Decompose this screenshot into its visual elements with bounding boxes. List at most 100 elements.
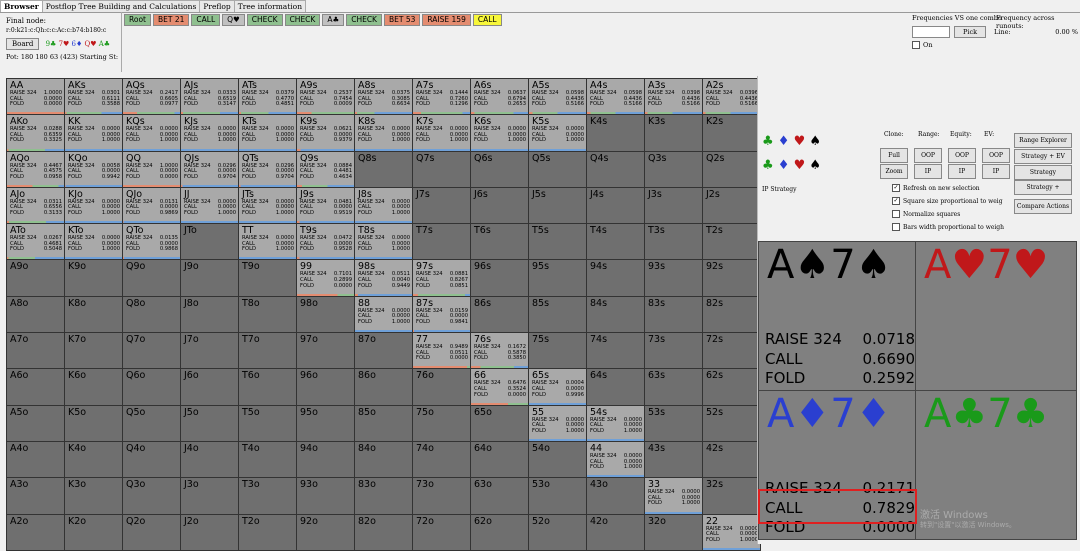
hand-cell[interactable]: K5o (65, 405, 122, 441)
ev-oop-button[interactable]: OOP (982, 148, 1010, 163)
hand-cell[interactable]: A4s RAISE 324 0.0598 CALL 0.4436 FOLD 0.5166 (587, 79, 644, 115)
refresh-checkbox[interactable]: ✓ Refresh on new selection (892, 184, 980, 192)
hand-cell[interactable]: 43s (645, 441, 702, 478)
hand-cell[interactable]: J6o (181, 369, 238, 405)
hand-cell[interactable]: T7o (239, 333, 296, 369)
hand-cell[interactable]: K3o (65, 478, 122, 514)
hand-cell[interactable]: QTs RAISE 324 0.0296 CALL 0.0000 FOLD 0.9704 (239, 151, 296, 187)
hand-cell[interactable]: J5s (529, 187, 586, 224)
hand-cell[interactable]: 54o (529, 441, 586, 478)
hand-cell[interactable]: JJ RAISE 324 0.0000 CALL 0.0000 FOLD 1.0000 (181, 187, 238, 224)
hand-cell[interactable]: K8s RAISE 324 0.0000 CALL 0.0000 FOLD 1.0000 (355, 115, 412, 151)
hand-cell[interactable]: T4s (587, 224, 644, 260)
hand-cell[interactable]: A2o (7, 514, 64, 550)
tab-browser[interactable]: Browser (0, 0, 43, 12)
hand-cell[interactable]: J6s (471, 187, 528, 224)
hand-cell[interactable]: Q9s RAISE 324 0.0884 CALL 0.4481 FOLD 0.4634 (297, 151, 354, 187)
hand-cell[interactable]: A8s RAISE 324 0.0375 CALL 0.3085 FOLD 0.6634 (355, 79, 412, 115)
hand-cell[interactable]: K2o (65, 514, 122, 550)
hand-cell[interactable]: 75o (413, 405, 470, 441)
action-node[interactable]: Q♥ (222, 14, 245, 26)
action-node[interactable]: CALL (472, 14, 502, 26)
equity-oop-button[interactable]: OOP (948, 148, 976, 163)
hand-cell[interactable]: J8o (181, 296, 238, 333)
heart-icon[interactable]: ♥ (794, 134, 806, 149)
tab-preflop[interactable]: Preflop (199, 0, 235, 12)
hand-cell[interactable]: A5o (7, 405, 64, 441)
hand-cell[interactable]: 62o (471, 514, 528, 550)
equity-ip-button[interactable]: IP (948, 164, 976, 179)
hand-cell[interactable]: A9o (7, 260, 64, 296)
hand-cell[interactable]: J3o (181, 478, 238, 514)
hand-cell[interactable]: T5o (239, 405, 296, 441)
hand-cell[interactable]: QQ RAISE 324 1.0000 CALL 0.0000 FOLD 0.0000 (123, 151, 180, 187)
hand-cell[interactable]: A4o (7, 441, 64, 478)
hand-cell[interactable]: KTs RAISE 324 0.0000 CALL 0.0000 FOLD 1.0000 (239, 115, 296, 151)
hand-cell[interactable]: 97o (297, 333, 354, 369)
hand-cell[interactable]: 93s (645, 260, 702, 296)
club-icon[interactable]: ♣ (762, 134, 774, 149)
hand-cell[interactable]: K4o (65, 441, 122, 478)
on-checkbox[interactable] (912, 41, 920, 49)
hand-cell[interactable]: J7s (413, 187, 470, 224)
hand-cell[interactable]: A2s RAISE 324 0.0396 CALL 0.4436 FOLD 0.5166 (703, 79, 760, 115)
hand-cell[interactable]: T6s (471, 224, 528, 260)
combo-input[interactable] (912, 26, 950, 38)
hand-cell[interactable]: Q8o (123, 296, 180, 333)
hand-cell[interactable]: 84s (587, 296, 644, 333)
hand-cell[interactable]: J8s RAISE 324 0.0000 CALL 0.0000 FOLD 1.0000 (355, 187, 412, 224)
hand-cell[interactable]: J4s (587, 187, 644, 224)
hand-cell[interactable]: K8o (65, 296, 122, 333)
hand-cell[interactable]: Q2o (123, 514, 180, 550)
hand-cell[interactable]: J2o (181, 514, 238, 550)
hand-cell[interactable]: T4o (239, 441, 296, 478)
hand-cell[interactable]: 72o (413, 514, 470, 550)
hand-cell[interactable]: T8s RAISE 324 0.0000 CALL 0.0000 FOLD 1.0000 (355, 224, 412, 260)
hand-cell[interactable]: 95s (529, 260, 586, 296)
action-node[interactable]: CHECK (346, 14, 382, 26)
hand-cell[interactable]: 65o (471, 405, 528, 441)
hand-cell[interactable]: 64s (587, 369, 644, 405)
hand-cell[interactable]: Q2s (703, 151, 760, 187)
compare-actions-button[interactable]: Compare Actions (1014, 199, 1072, 214)
hand-cell[interactable]: Q3s (645, 151, 702, 187)
hand-cell[interactable]: 43o (587, 478, 644, 514)
checkbox-box[interactable]: ✓ (892, 197, 900, 205)
hand-cell[interactable]: A7s RAISE 324 0.1444 CALL 0.7260 FOLD 0.1296 (413, 79, 470, 115)
hand-cell[interactable]: 53s (645, 405, 702, 441)
hand-cell[interactable]: K4s (587, 115, 644, 151)
hand-cell[interactable]: AJo RAISE 324 0.0311 CALL 0.6556 FOLD 0.3133 (7, 187, 64, 224)
strategy-button[interactable]: Strategy (1014, 165, 1072, 180)
hand-cell[interactable]: ATo RAISE 324 0.0267 CALL 0.4681 FOLD 0.5048 (7, 224, 64, 260)
hand-cell[interactable]: 93o (297, 478, 354, 514)
hand-cell[interactable]: K9o (65, 260, 122, 296)
diamond-icon[interactable]: ♦ (778, 134, 790, 149)
hand-cell[interactable]: Q5s (529, 151, 586, 187)
hand-cell[interactable]: T3s (645, 224, 702, 260)
hand-cell[interactable]: Q8s (355, 151, 412, 187)
hand-cell[interactable]: 63s (645, 369, 702, 405)
action-node[interactable]: A♣ (322, 14, 345, 26)
hand-cell[interactable]: QJs RAISE 324 0.0296 CALL 0.0000 FOLD 0.9704 (181, 151, 238, 187)
full-button[interactable]: Full (880, 148, 908, 163)
checkbox-box[interactable] (892, 210, 900, 218)
hand-cell[interactable]: J2s (703, 187, 760, 224)
hand-cell[interactable]: 53o (529, 478, 586, 514)
hand-cell[interactable]: J3s (645, 187, 702, 224)
pick-button[interactable]: Pick (954, 26, 987, 38)
hand-cell[interactable]: 92o (297, 514, 354, 550)
hand-cell[interactable]: 85s (529, 296, 586, 333)
hand-cell[interactable]: JTs RAISE 324 0.0000 CALL 0.0000 FOLD 1.0000 (239, 187, 296, 224)
hand-cell[interactable]: K5s RAISE 324 0.0000 CALL 0.0000 FOLD 1.0000 (529, 115, 586, 151)
hand-cell[interactable]: T6o (239, 369, 296, 405)
hand-cell[interactable]: Q9o (123, 260, 180, 296)
hand-cell[interactable]: J5o (181, 405, 238, 441)
action-node[interactable]: CALL (191, 14, 221, 26)
hand-cell[interactable]: 88 RAISE 324 0.0000 CALL 0.0000 FOLD 1.0000 (355, 296, 412, 333)
hand-cell[interactable]: K2s (703, 115, 760, 151)
hand-cell[interactable]: 66 RAISE 324 0.6476 CALL 0.3524 FOLD 0.0000 (471, 369, 528, 405)
hand-cell[interactable]: 94s (587, 260, 644, 296)
hand-cell[interactable]: KQo RAISE 324 0.0058 CALL 0.0000 FOLD 0.9942 (65, 151, 122, 187)
hand-cell[interactable]: KJo RAISE 324 0.0000 CALL 0.0000 FOLD 1.0000 (65, 187, 122, 224)
hand-cell[interactable]: 82o (355, 514, 412, 550)
